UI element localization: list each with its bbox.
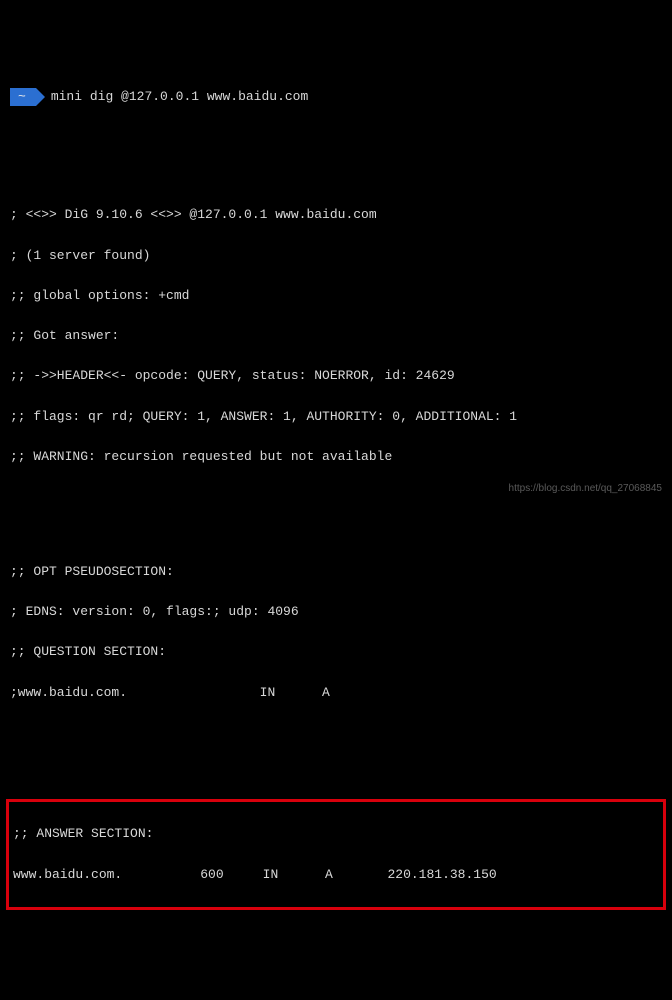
prompt-segment: ~ (10, 88, 36, 106)
dig-question: ;www.baidu.com. IN A (10, 683, 662, 703)
dig-answer-record: www.baidu.com. 600 IN A 220.181.38.150 (13, 865, 659, 885)
dig-got-answer: ;; Got answer: (10, 326, 662, 346)
prompt-arrow-icon (36, 88, 45, 106)
answer-section-highlight: ;; ANSWER SECTION: www.baidu.com. 600 IN… (6, 799, 666, 910)
prompt-line-1: ~ mini dig @127.0.0.1 www.baidu.com (10, 87, 662, 107)
dig-warning: ;; WARNING: recursion requested but not … (10, 447, 662, 467)
dig-server-found: ; (1 server found) (10, 246, 662, 266)
dig-header: ;; ->>HEADER<<- opcode: QUERY, status: N… (10, 366, 662, 386)
command-text[interactable]: dig @127.0.0.1 www.baidu.com (82, 87, 308, 107)
dig-question-header: ;; QUESTION SECTION: (10, 642, 662, 662)
dig-header-line: ; <<>> DiG 9.10.6 <<>> @127.0.0.1 www.ba… (10, 205, 662, 225)
watermark-text: https://blog.csdn.net/qq_27068845 (509, 481, 662, 497)
dig-edns: ; EDNS: version: 0, flags:; udp: 4096 (10, 602, 662, 622)
prompt-host: mini (51, 87, 82, 107)
dig-global-options: ;; global options: +cmd (10, 286, 662, 306)
dig-opt-header: ;; OPT PSEUDOSECTION: (10, 562, 662, 582)
dig-answer-header: ;; ANSWER SECTION: (13, 824, 659, 844)
dig-flags: ;; flags: qr rd; QUERY: 1, ANSWER: 1, AU… (10, 407, 662, 427)
